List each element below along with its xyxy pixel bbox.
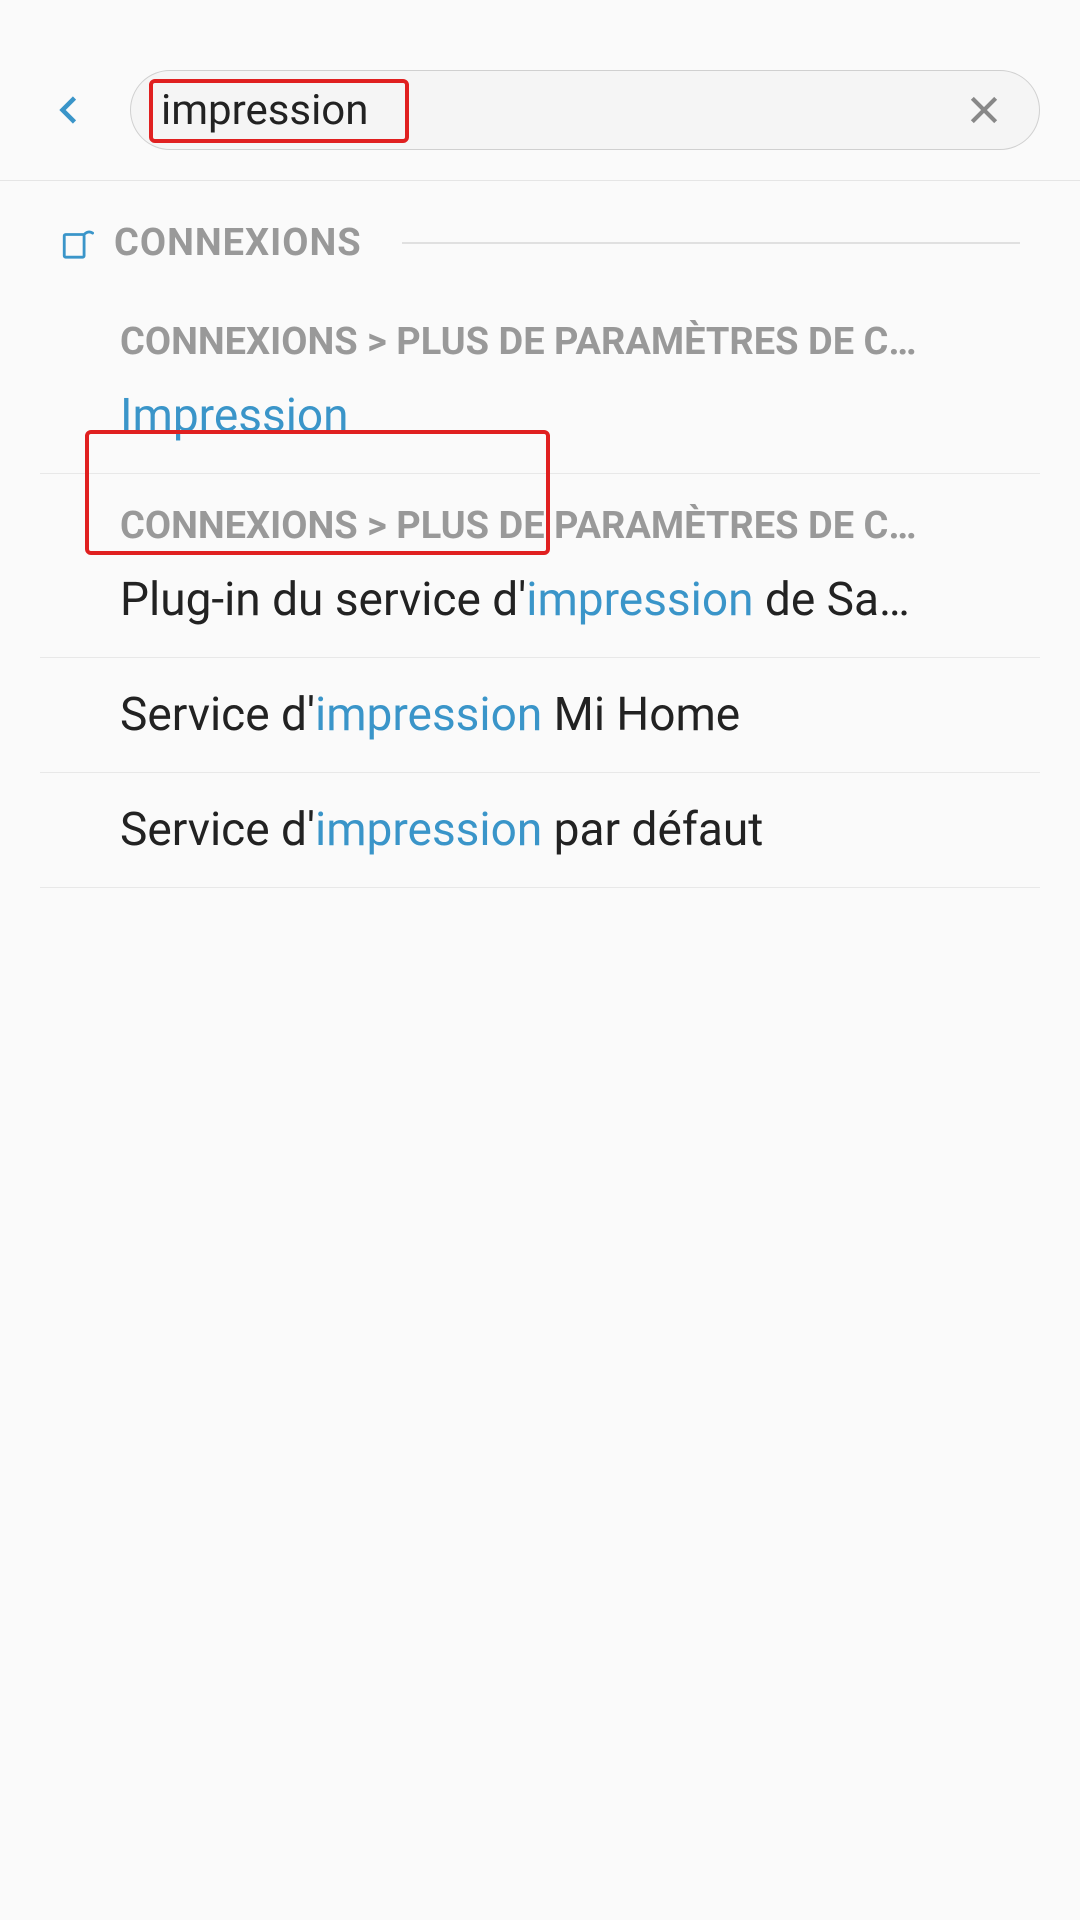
- connections-icon: [60, 226, 94, 260]
- search-result-item[interactable]: CONNEXIONS > PLUS DE PARAMÈTRES DE C… Plu…: [40, 474, 1040, 658]
- result-breadcrumb: CONNEXIONS > PLUS DE PARAMÈTRES DE C…: [120, 320, 1020, 364]
- search-result-item[interactable]: Service d'impression Mi Home: [40, 658, 1040, 773]
- search-header: [0, 0, 1080, 181]
- search-results: CONNEXIONS CONNEXIONS > PLUS DE PARAMÈTR…: [0, 181, 1080, 888]
- section-title: CONNEXIONS: [114, 221, 362, 265]
- result-title: Service d'impression par défaut: [120, 803, 1020, 857]
- search-result-item[interactable]: Service d'impression par défaut: [40, 773, 1040, 888]
- section-header: CONNEXIONS: [0, 221, 1080, 285]
- result-breadcrumb: CONNEXIONS > PLUS DE PARAMÈTRES DE C…: [120, 504, 1020, 548]
- search-result-item[interactable]: CONNEXIONS > PLUS DE PARAMÈTRES DE C… Imp…: [40, 285, 1040, 474]
- clear-search-button[interactable]: [959, 85, 1009, 135]
- search-input[interactable]: [161, 86, 959, 135]
- result-title: Plug-in du service d'impression de Sa…: [120, 573, 1020, 627]
- search-box: [130, 70, 1040, 150]
- divider: [402, 242, 1020, 244]
- chevron-left-icon: [52, 92, 88, 128]
- result-title: Impression: [120, 389, 1020, 443]
- result-title: Service d'impression Mi Home: [120, 688, 1020, 742]
- back-button[interactable]: [40, 80, 100, 140]
- close-icon: [964, 90, 1004, 130]
